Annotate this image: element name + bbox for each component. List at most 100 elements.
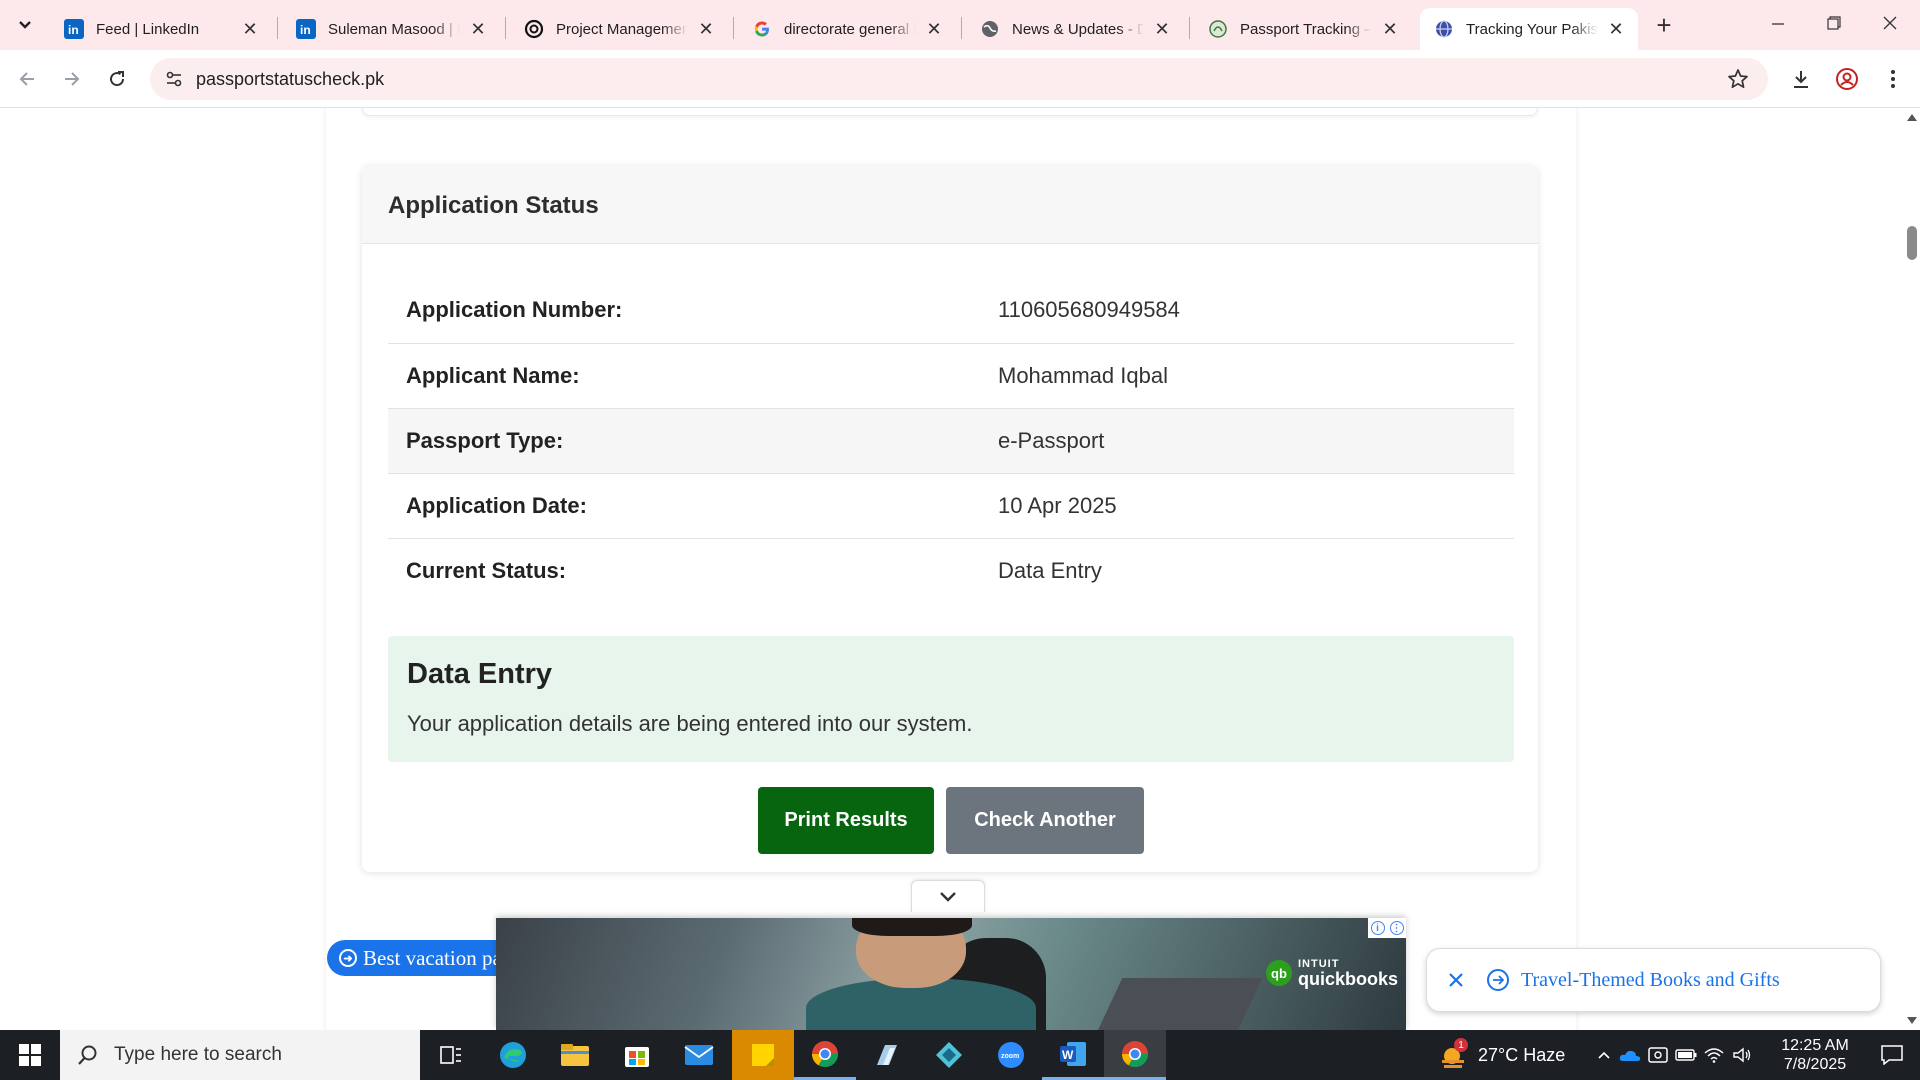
wifi-icon[interactable] (1700, 1047, 1728, 1063)
google-icon (752, 19, 772, 39)
start-button[interactable] (0, 1030, 60, 1080)
ad-banner[interactable]: qb INTUIT quickbooks i ⋮ (496, 918, 1406, 1030)
taskbar-zoom[interactable]: zoom (980, 1030, 1042, 1080)
page-scrollbar[interactable] (1904, 108, 1920, 1030)
site-settings-icon[interactable] (162, 67, 186, 91)
previous-card-edge (362, 108, 1538, 116)
table-row: Application Date: 10 Apr 2025 (388, 473, 1514, 538)
quickbooks-icon: qb (1266, 960, 1292, 986)
table-row: Application Number: 110605680949584 (388, 278, 1514, 343)
row-value: Data Entry (998, 557, 1102, 583)
tab-feed-linkedin[interactable]: in Feed | LinkedIn ✕ (50, 8, 272, 50)
menu-button[interactable] (1876, 62, 1910, 96)
profile-icon (1836, 68, 1858, 90)
restore-button[interactable] (1806, 0, 1862, 46)
ad-choices[interactable]: i ⋮ (1368, 918, 1406, 938)
download-icon (1794, 71, 1808, 88)
battery-icon[interactable] (1672, 1049, 1700, 1061)
weather-widget[interactable]: 1 27°C Haze (1438, 1030, 1565, 1080)
close-tab-icon[interactable]: ✕ (240, 19, 260, 39)
taskbar-mail[interactable] (668, 1030, 730, 1080)
taskbar-chrome-1[interactable] (794, 1030, 856, 1080)
linkedin-icon: in (64, 19, 84, 39)
taskbar-search-box[interactable]: Type here to search (60, 1030, 420, 1080)
back-button[interactable] (10, 62, 44, 96)
forward-button[interactable] (55, 62, 89, 96)
tab-news-updates[interactable]: News & Updates - DGIP ✕ (966, 8, 1184, 50)
url-text[interactable]: passportstatuscheck.pk (196, 69, 384, 90)
taskbar-edge[interactable] (482, 1030, 544, 1080)
weather-text: 27°C Haze (1478, 1044, 1566, 1065)
row-label: Current Status: (406, 557, 567, 583)
row-label: Application Number: (406, 297, 623, 323)
taskbar-clock[interactable]: 12:25 AM 7/8/2025 (1760, 1036, 1870, 1074)
downloads-button[interactable] (1784, 62, 1818, 96)
restore-icon (1827, 16, 1841, 30)
clock-time: 12:25 AM (1781, 1037, 1849, 1054)
taskbar-chrome-2[interactable] (1104, 1030, 1166, 1080)
scroll-thumb[interactable] (1907, 226, 1917, 260)
back-arrow-icon (19, 72, 34, 86)
reload-button[interactable] (100, 62, 134, 96)
scroll-down-arrow-icon[interactable] (1907, 1017, 1917, 1024)
close-tab-icon[interactable]: ✕ (696, 19, 716, 39)
tab-tracking-pakistan-passport[interactable]: Tracking Your Pakistan Passport ✕ (1420, 8, 1638, 50)
show-hidden-icons-chevron-icon[interactable] (1592, 1050, 1616, 1060)
row-value: 110605680949584 (998, 297, 1180, 323)
close-icon (1883, 16, 1897, 30)
browser-toolbar: passportstatuscheck.pk (0, 50, 1920, 108)
ad-menu-icon[interactable]: ⋮ (1389, 921, 1404, 935)
taskbar-sticky-notes[interactable] (732, 1030, 794, 1080)
close-tab-icon[interactable]: ✕ (1380, 19, 1400, 39)
check-another-button[interactable]: Check Another (946, 787, 1144, 854)
search-placeholder: Type here to search (114, 1044, 282, 1065)
ad-suggestion-card[interactable]: Travel-Themed Books and Gifts (1426, 948, 1881, 1012)
linkedin-icon: in (296, 19, 316, 39)
reload-icon (110, 71, 125, 87)
taskbar-word[interactable]: W (1042, 1030, 1104, 1080)
bookmark-star-icon[interactable] (1726, 67, 1750, 91)
system-tray (1592, 1030, 1756, 1080)
tab-suleman-linkedin[interactable]: in Suleman Masood | LinkedIn ✕ (282, 8, 500, 50)
volume-icon[interactable] (1728, 1047, 1756, 1063)
minimize-button[interactable] (1750, 0, 1806, 46)
ad-info-icon[interactable]: i (1370, 921, 1385, 935)
close-tab-icon[interactable]: ✕ (1606, 19, 1626, 39)
tab-project-management[interactable]: Project Management ✕ (510, 8, 728, 50)
svg-text:zoom: zoom (1001, 1053, 1019, 1060)
onedrive-icon[interactable] (1616, 1048, 1644, 1062)
ad-collapse-toggle[interactable] (911, 880, 985, 912)
tab-title: News & Updates - DGIP (1012, 20, 1144, 38)
task-view-button[interactable] (420, 1030, 482, 1080)
ad-pill-link[interactable]: ➜ Best vacation pa (327, 940, 517, 976)
close-tab-icon[interactable]: ✕ (924, 19, 944, 39)
taskbar-app-teal[interactable] (918, 1030, 980, 1080)
tab-search-button[interactable] (12, 12, 38, 38)
action-center-button[interactable] (1864, 1030, 1920, 1080)
tab-directorate-general[interactable]: directorate general immigration ✕ (738, 8, 956, 50)
new-tab-button[interactable]: + (1650, 10, 1678, 40)
tab-divider (733, 17, 734, 39)
table-row: Applicant Name: Mohammad Iqbal (388, 343, 1514, 408)
taskbar-app-blue[interactable] (856, 1030, 918, 1080)
card-header: Application Status (362, 166, 1538, 244)
print-results-button[interactable]: Print Results (758, 787, 934, 854)
arrow-circle-icon: ➜ (339, 949, 357, 967)
card-title: Application Status (388, 192, 599, 219)
store-icon (625, 1047, 649, 1067)
taskbar-file-explorer[interactable] (544, 1030, 606, 1080)
close-tab-icon[interactable]: ✕ (468, 19, 488, 39)
tab-title: Project Management (556, 20, 688, 38)
tab-passport-tracking[interactable]: Passport Tracking – Online ✕ (1194, 8, 1412, 50)
close-window-button[interactable] (1862, 0, 1918, 46)
folder-icon (561, 1044, 589, 1066)
address-bar[interactable]: passportstatuscheck.pk (150, 58, 1768, 100)
taskbar-store[interactable] (606, 1030, 668, 1080)
tab-strip: in Feed | LinkedIn ✕ in Suleman Masood |… (0, 0, 1920, 50)
close-tab-icon[interactable]: ✕ (1152, 19, 1172, 39)
close-icon[interactable] (1445, 972, 1467, 988)
scroll-up-arrow-icon[interactable] (1907, 114, 1917, 121)
profile-button[interactable] (1830, 62, 1864, 96)
meet-now-icon[interactable] (1644, 1046, 1672, 1064)
ad-card-text: Travel-Themed Books and Gifts (1521, 968, 1780, 991)
